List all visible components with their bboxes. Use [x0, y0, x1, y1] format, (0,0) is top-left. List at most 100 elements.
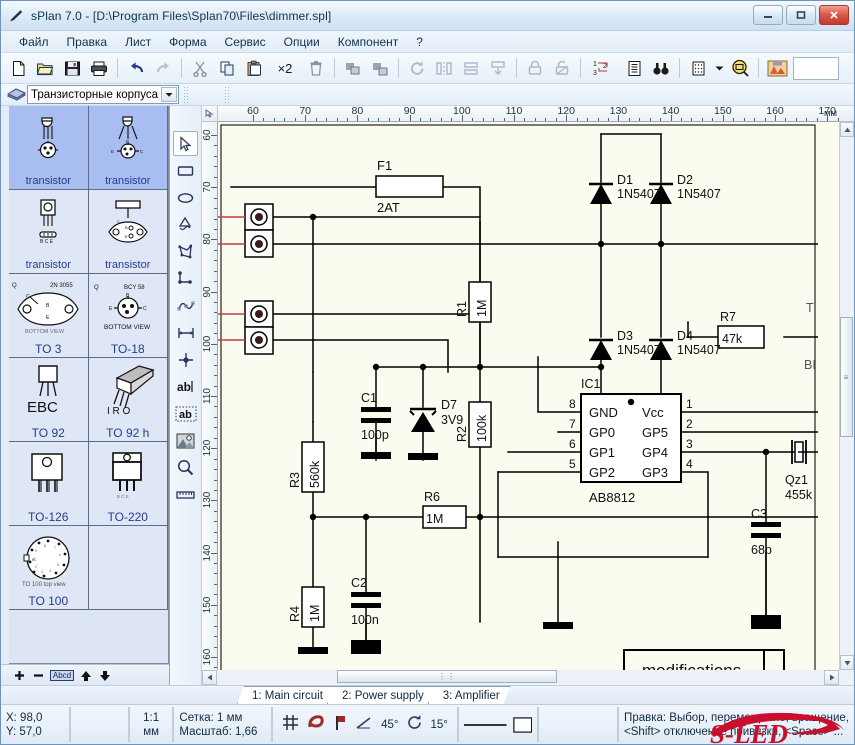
mirror-horizontal-icon[interactable]	[431, 56, 457, 81]
tool-dimension-measure[interactable]	[173, 320, 198, 345]
scroll-up-arrow-icon[interactable]	[840, 122, 854, 137]
lib-item-transistor-4[interactable]: B E C transistor	[89, 190, 169, 274]
maximize-button[interactable]	[786, 5, 816, 25]
horizontal-scroll-track[interactable]: ⋮⋮	[217, 670, 824, 685]
tab-main-circuit[interactable]: 1: Main circuit	[237, 686, 334, 704]
lib-item-to18[interactable]: Q BCY 58 B E C BOTTOM VIEW TO-18	[89, 274, 169, 358]
horizontal-scroll-thumb[interactable]: ⋮⋮	[337, 670, 557, 683]
schematic-drawing[interactable]: F1 2AT	[218, 122, 818, 670]
grid-icon[interactable]	[685, 56, 711, 81]
color-palette-icon[interactable]	[764, 56, 790, 81]
chevron-down-icon[interactable]	[712, 56, 726, 81]
flip-vertical-icon[interactable]	[485, 56, 511, 81]
color-preview-box[interactable]	[793, 57, 839, 80]
remove-minus-icon[interactable]	[30, 667, 46, 683]
menu-component[interactable]: Компонент	[329, 33, 408, 51]
delete-trash-icon[interactable]	[303, 56, 329, 81]
tool-text[interactable]: ab	[173, 374, 198, 399]
lib-item-empty[interactable]	[89, 526, 169, 610]
horizontal-ruler[interactable]: мм 60708090100110120130140150160170	[218, 106, 839, 122]
tab-amplifier[interactable]: 3: Amplifier	[428, 686, 511, 704]
scroll-left-arrow-icon[interactable]	[202, 670, 217, 685]
bill-of-materials-icon[interactable]	[621, 56, 647, 81]
move-up-icon[interactable]	[78, 667, 94, 683]
save-disk-icon[interactable]	[59, 56, 85, 81]
copy-icon[interactable]	[214, 56, 240, 81]
lib-item-transistor-3[interactable]: B C E transistor	[9, 190, 89, 274]
scroll-down-arrow-icon[interactable]	[840, 655, 854, 670]
group-icon[interactable]	[340, 56, 366, 81]
vertical-scroll-track[interactable]: ≡	[840, 137, 854, 655]
angle-45-icon[interactable]	[356, 716, 373, 734]
menu-service[interactable]: Сервис	[216, 33, 275, 51]
tool-connection-point[interactable]	[173, 347, 198, 372]
tool-polyline[interactable]	[173, 266, 198, 291]
tool-pointer[interactable]	[173, 131, 198, 156]
redo-icon[interactable]	[150, 56, 176, 81]
lib-item-to92h[interactable]: I R O TO 92 h	[89, 358, 169, 442]
rename-abcd-icon[interactable]: Abcd	[49, 667, 75, 683]
toolbar-grip[interactable]	[183, 86, 190, 104]
tool-textbox[interactable]: ab	[173, 401, 198, 426]
tool-special-shape[interactable]	[173, 212, 198, 237]
new-document-icon[interactable]	[5, 56, 31, 81]
vertical-scrollbar[interactable]: ≡	[839, 122, 854, 670]
lib-item-to92[interactable]: EBC TO 92	[9, 358, 89, 442]
schematic-canvas[interactable]: F1 2AT	[218, 122, 839, 670]
lock-icon[interactable]	[522, 56, 548, 81]
minimize-button[interactable]	[753, 5, 783, 25]
line-style-field[interactable]	[458, 707, 538, 742]
scroll-right-arrow-icon[interactable]	[824, 670, 839, 685]
cut-scissors-icon[interactable]	[187, 56, 213, 81]
menu-form[interactable]: Форма	[160, 33, 215, 51]
tool-ruler[interactable]	[173, 482, 198, 507]
lib-item-to100[interactable]: 876 543 219 IC TO 100 top view TO 100	[9, 526, 89, 610]
tool-rectangle[interactable]	[173, 158, 198, 183]
grid-field[interactable]: Сетка: 1 мм Масштаб: 1,66	[173, 707, 271, 742]
tool-polygon[interactable]	[173, 239, 198, 264]
rotate-icon[interactable]	[404, 56, 430, 81]
autonumber-icon[interactable]: 1 2 3	[586, 56, 620, 81]
tool-ellipse[interactable]	[173, 185, 198, 210]
pin-marker-icon[interactable]	[333, 714, 348, 735]
ungroup-icon[interactable]	[367, 56, 393, 81]
menu-edit[interactable]: Правка	[58, 33, 117, 51]
library-combobox[interactable]: Транзисторные корпуса	[27, 85, 179, 104]
lib-item-to126[interactable]: TO-126	[9, 442, 89, 526]
menu-sheet[interactable]: Лист	[116, 33, 160, 51]
tool-bezier-curve[interactable]	[173, 293, 198, 318]
lib-item-transistor-2-a[interactable]: transistor	[9, 106, 89, 190]
open-folder-icon[interactable]	[32, 56, 58, 81]
chevron-down-icon[interactable]	[161, 87, 177, 102]
duplicate-x2-icon[interactable]: ×2	[268, 56, 302, 81]
find-binoculars-icon[interactable]	[648, 56, 674, 81]
lib-item-transistor-2[interactable]: B E C transistor	[89, 106, 169, 190]
scale-field[interactable]: 1:1 мм	[129, 707, 174, 742]
vertical-scroll-thumb[interactable]: ≡	[840, 317, 853, 437]
move-down-icon[interactable]	[97, 667, 113, 683]
horizontal-scrollbar[interactable]: ⋮⋮	[202, 670, 854, 685]
add-plus-icon[interactable]	[11, 667, 27, 683]
close-button[interactable]	[819, 5, 849, 25]
toolbar-grip-2[interactable]	[224, 86, 231, 104]
unlock-icon[interactable]	[549, 56, 575, 81]
undo-icon[interactable]	[123, 56, 149, 81]
vertical-ruler[interactable]: 60708090100110120130140150160170мм	[202, 122, 218, 670]
snap-magnet-icon[interactable]	[307, 714, 325, 735]
rotate-15-icon[interactable]	[407, 715, 423, 734]
menu-file[interactable]: Файл	[10, 33, 58, 51]
zoom-lens-icon[interactable]	[727, 56, 753, 81]
lib-item-to220[interactable]: B C E TO-220	[89, 442, 169, 526]
ruler-corner-icon[interactable]	[202, 106, 218, 122]
align-icon[interactable]	[458, 56, 484, 81]
tab-power-supply[interactable]: 2: Power supply	[327, 686, 435, 704]
tool-zoom-magnifier[interactable]	[173, 455, 198, 480]
grid-toggle-icon[interactable]	[282, 714, 299, 735]
print-icon[interactable]	[86, 56, 112, 81]
tool-image[interactable]	[173, 428, 198, 453]
paste-icon[interactable]	[241, 56, 267, 81]
lib-item-to3[interactable]: Q 2N 3055 C B E BOTTOM VIEW TO 3	[9, 274, 89, 358]
menu-help[interactable]: ?	[407, 33, 432, 51]
menu-options[interactable]: Опции	[275, 33, 329, 51]
vruler-tick-minor	[214, 647, 217, 648]
